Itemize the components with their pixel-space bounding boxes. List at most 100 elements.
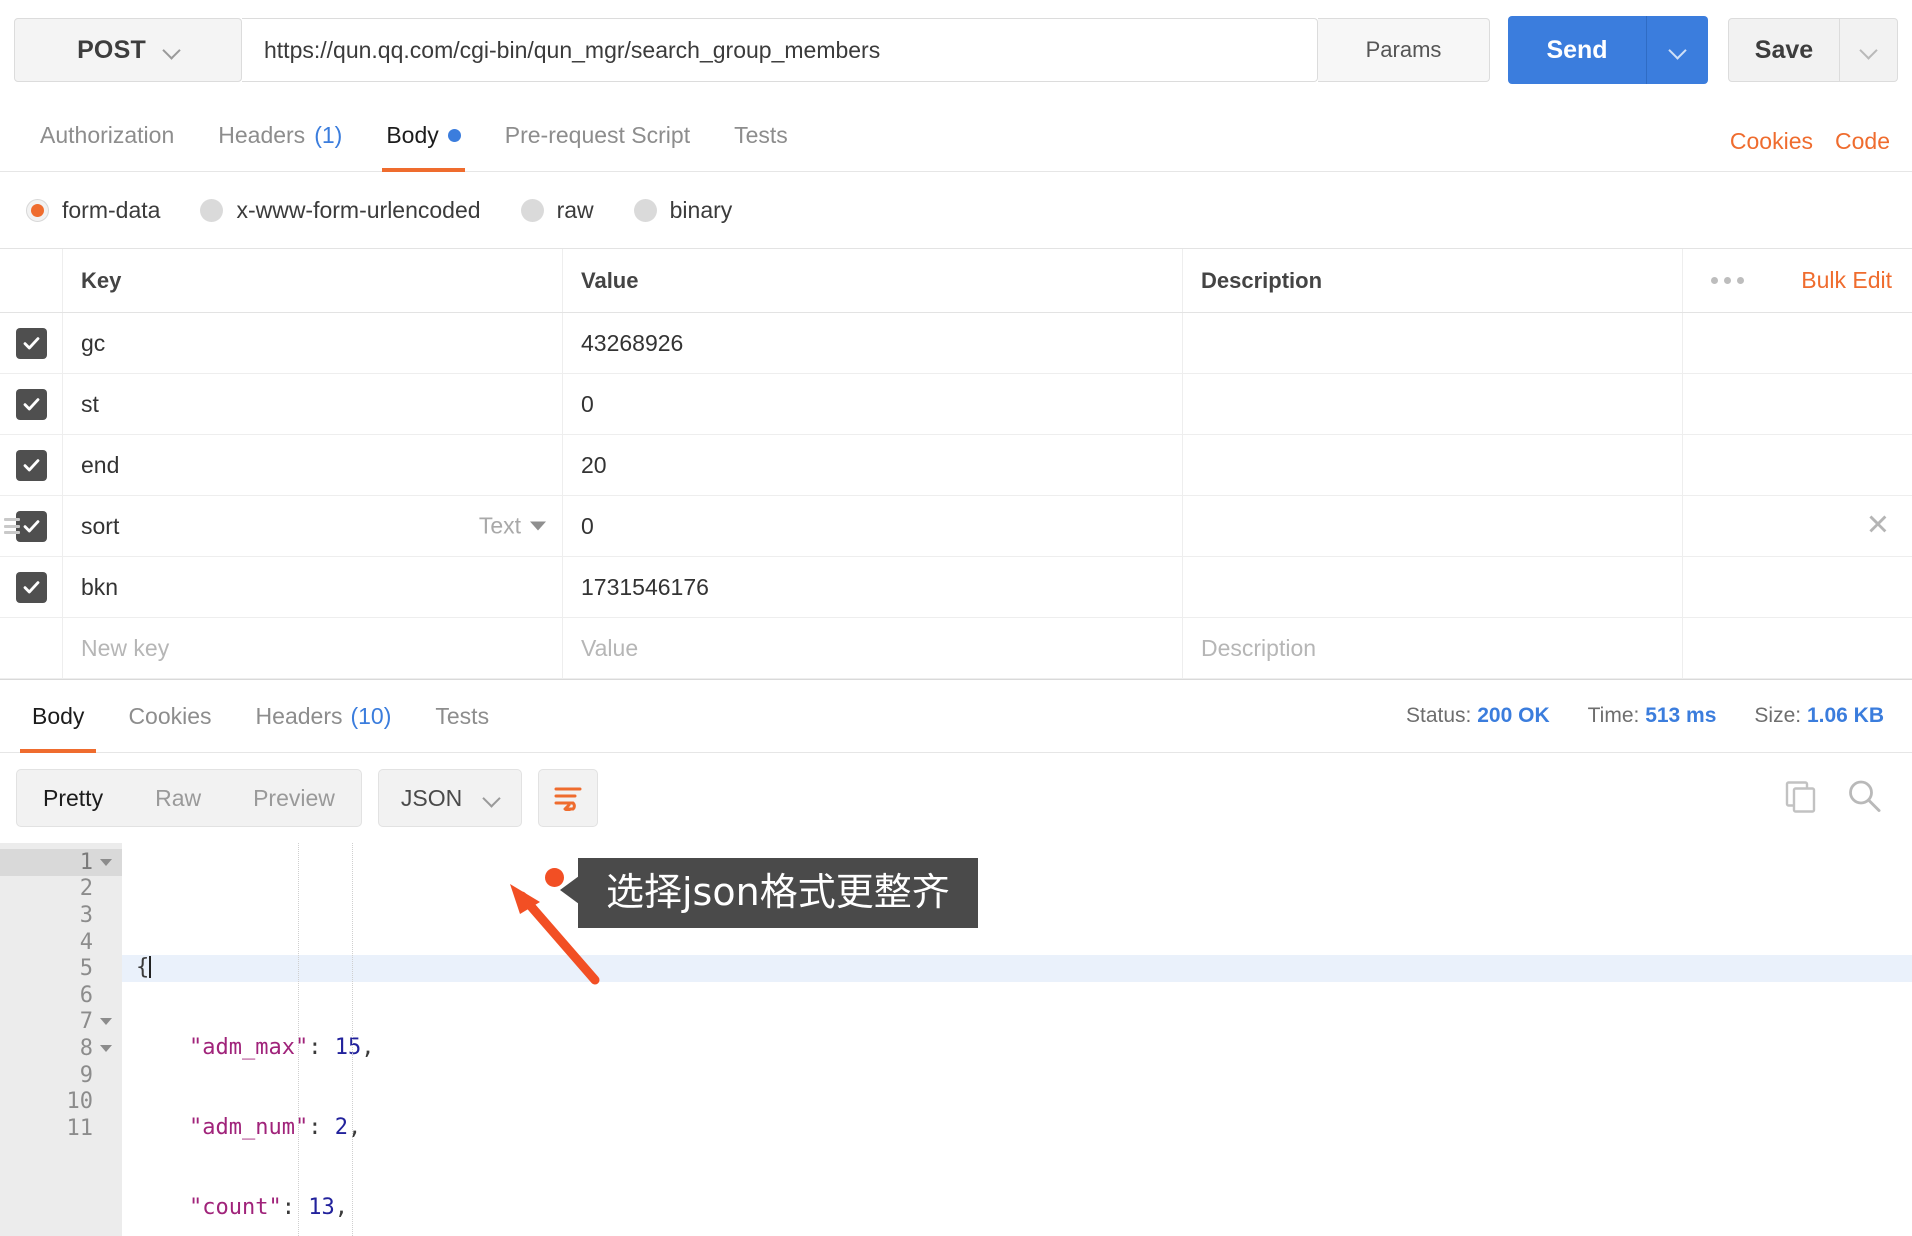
row-key[interactable]: st xyxy=(62,374,562,434)
new-value-input[interactable]: Value xyxy=(562,618,1182,678)
line-number: 6 xyxy=(0,982,122,1009)
new-description-input[interactable]: Description xyxy=(1182,618,1682,678)
response-tab-tests[interactable]: Tests xyxy=(413,680,511,752)
unsaved-dot-icon xyxy=(447,129,461,142)
tab-label: Authorization xyxy=(40,122,175,148)
table-row[interactable]: st 0 xyxy=(0,374,1912,435)
line-number-text: 10 xyxy=(66,1089,94,1115)
response-actions xyxy=(1782,778,1882,819)
code-line-text: "count": 13, xyxy=(188,1194,348,1220)
row-description[interactable] xyxy=(1182,374,1682,434)
tab-body[interactable]: Body xyxy=(364,100,482,172)
send-button[interactable]: Send xyxy=(1508,16,1646,84)
table-row[interactable]: sort Text 0 ✕ xyxy=(0,496,1912,557)
row-description[interactable] xyxy=(1182,557,1682,617)
line-number-text: 2 xyxy=(79,876,93,902)
tab-authorization[interactable]: Authorization xyxy=(18,100,196,171)
row-type-selector[interactable]: Text xyxy=(479,513,546,540)
bulk-edit-link[interactable]: Bulk Edit xyxy=(1801,267,1892,294)
save-button[interactable]: Save xyxy=(1728,18,1840,82)
status-label: Status: xyxy=(1406,704,1472,727)
delete-row-icon[interactable]: ✕ xyxy=(1866,511,1890,541)
new-key-input[interactable]: New key xyxy=(62,618,562,678)
row-checkbox-cell xyxy=(0,557,62,617)
send-options-button[interactable] xyxy=(1646,16,1708,84)
time-indicator: Time: 513 ms xyxy=(1588,704,1717,728)
tab-pre-request-script[interactable]: Pre-request Script xyxy=(483,100,712,171)
status-value: 200 OK xyxy=(1477,704,1550,727)
row-description[interactable] xyxy=(1182,435,1682,495)
save-options-button[interactable] xyxy=(1840,18,1898,82)
view-mode-preview[interactable]: Preview xyxy=(227,770,361,826)
table-header-row: Key Value Description Bulk Edit xyxy=(0,249,1912,313)
row-key[interactable]: end xyxy=(62,435,562,495)
response-tab-cookies[interactable]: Cookies xyxy=(106,680,233,752)
time-value: 513 ms xyxy=(1645,704,1717,727)
row-checkbox-cell xyxy=(0,313,62,373)
row-checkbox[interactable] xyxy=(15,327,47,359)
tab-label: Tests xyxy=(734,122,788,148)
search-button[interactable] xyxy=(1846,778,1882,819)
url-input[interactable]: https://qun.qq.com/cgi-bin/qun_mgr/searc… xyxy=(242,18,1318,82)
line-number-text: 9 xyxy=(79,1062,93,1088)
row-key[interactable]: bkn xyxy=(62,557,562,617)
tab-label: Pre-request Script xyxy=(504,122,691,148)
cookies-link[interactable]: Cookies xyxy=(1730,128,1813,155)
table-row[interactable]: bkn 1731546176 xyxy=(0,557,1912,618)
response-tab-headers[interactable]: Headers (10) xyxy=(234,680,414,752)
code-line-text: "adm_num": 2, xyxy=(188,1114,362,1140)
chevron-down-icon xyxy=(530,521,546,531)
row-checkbox[interactable] xyxy=(15,449,47,481)
view-mode-pretty[interactable]: Pretty xyxy=(17,770,129,826)
row-value[interactable]: 1731546176 xyxy=(562,557,1182,617)
row-checkbox[interactable] xyxy=(15,510,47,542)
header-key: Key xyxy=(62,249,562,312)
response-tab-bar: Body Cookies Headers (10) Tests Status: … xyxy=(0,679,1912,753)
view-mode-raw[interactable]: Raw xyxy=(129,770,227,826)
row-key[interactable]: gc xyxy=(62,313,562,373)
row-value[interactable]: 0 xyxy=(562,374,1182,434)
fold-toggle-icon[interactable] xyxy=(100,1018,112,1026)
code-line: "count": 13, xyxy=(122,1195,1912,1222)
radio-form-data[interactable]: form-data xyxy=(26,197,160,224)
row-value[interactable]: 20 xyxy=(562,435,1182,495)
response-body-viewer[interactable]: 1 2 3 4 5 6 7 8 9 10 11 { "adm_max": 15,… xyxy=(0,843,1912,1236)
row-value[interactable]: 0 xyxy=(562,496,1182,556)
new-row[interactable]: New key Value Description xyxy=(0,618,1912,679)
fold-toggle-icon[interactable] xyxy=(100,858,112,866)
http-method-selector[interactable]: POST xyxy=(14,18,242,82)
json-code-content[interactable]: { "adm_max": 15, "adm_num": 2, "count": … xyxy=(122,843,1912,1236)
radio-binary[interactable]: binary xyxy=(633,197,732,224)
drag-handle-icon[interactable] xyxy=(4,518,20,534)
row-checkbox[interactable] xyxy=(15,388,47,420)
size-label: Size: xyxy=(1754,704,1802,727)
line-number: 4 xyxy=(0,929,122,956)
row-checkbox[interactable] xyxy=(15,571,47,603)
row-key[interactable]: sort Text xyxy=(62,496,562,556)
fold-toggle-icon[interactable] xyxy=(100,1044,112,1052)
row-value[interactable]: 43268926 xyxy=(562,313,1182,373)
code-link[interactable]: Code xyxy=(1835,128,1890,155)
tab-tests[interactable]: Tests xyxy=(712,100,810,171)
request-tab-bar: Authorization Headers (1) Body Pre-reque… xyxy=(0,100,1912,172)
word-wrap-button[interactable] xyxy=(538,769,599,827)
copy-button[interactable] xyxy=(1782,778,1818,819)
response-tab-body[interactable]: Body xyxy=(10,680,106,753)
params-button[interactable]: Params xyxy=(1318,18,1490,82)
response-format-selector[interactable]: JSON xyxy=(377,769,523,827)
line-number-text: 7 xyxy=(79,1009,93,1035)
header-value: Value xyxy=(562,249,1182,312)
table-row[interactable]: end 20 xyxy=(0,435,1912,496)
more-options-icon[interactable] xyxy=(1711,277,1744,284)
radio-x-www-form-urlencoded[interactable]: x-www-form-urlencoded xyxy=(200,196,481,224)
line-number: 2 xyxy=(0,876,122,903)
line-number-text: 1 xyxy=(79,849,93,875)
line-number-text: 11 xyxy=(66,1115,94,1141)
row-description[interactable] xyxy=(1182,496,1682,556)
tab-headers[interactable]: Headers (1) xyxy=(196,100,364,171)
radio-raw[interactable]: raw xyxy=(520,197,594,224)
text-cursor xyxy=(149,956,152,979)
radio-label: x-www-form-urlencoded xyxy=(236,196,481,223)
table-row[interactable]: gc 43268926 xyxy=(0,313,1912,374)
row-description[interactable] xyxy=(1182,313,1682,373)
